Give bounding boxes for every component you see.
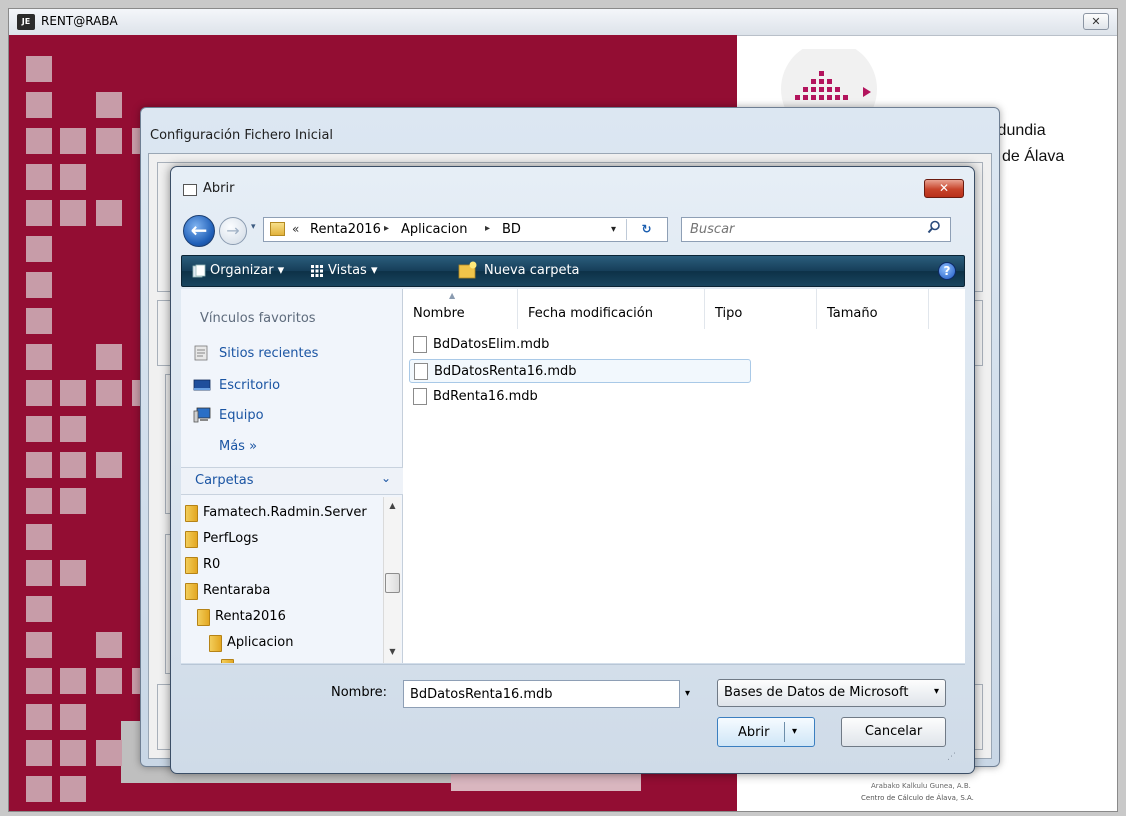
address-bar[interactable]: « Renta2016 ▸ Aplicacion ▸ BD ▾ ↻ (263, 217, 668, 242)
file-type-select[interactable]: Bases de Datos de Microsoft ▾ (717, 679, 946, 707)
tree-item[interactable]: Famatech.Radmin.Server (203, 505, 381, 520)
column-header-type[interactable]: Tipo (705, 289, 817, 329)
back-button[interactable]: ← (183, 215, 215, 247)
column-header-label: Tamaño (827, 306, 878, 321)
open-dialog-title: Abrir (203, 181, 235, 196)
app-icon: JE (17, 14, 35, 30)
footer-text-line2: Centro de Cálculo de Álava, S.A. (861, 794, 974, 802)
breadcrumb-overflow[interactable]: « (292, 222, 299, 236)
tree-item[interactable]: PerfLogs (203, 531, 258, 546)
toolbar: Organizar ▾ Vistas ▾ Nueva carpeta ? (181, 255, 965, 287)
dialog-footer: Nombre: ▾ Bases de Datos de Microsoft ▾ … (181, 664, 965, 765)
chevron-down-icon[interactable]: ⌄ (381, 471, 391, 485)
folder-icon (185, 505, 198, 522)
organize-icon (192, 264, 206, 278)
favorite-computer[interactable]: Equipo (219, 408, 264, 423)
organize-button[interactable]: Organizar ▾ (210, 263, 284, 278)
more-favorites-link[interactable]: Más » (219, 439, 257, 454)
folders-title: Carpetas (195, 473, 254, 488)
config-dialog-title: Configuración Fichero Inicial (150, 128, 334, 143)
file-list: Nombre ▲ Fecha modificación Tipo Tamaño … (403, 289, 965, 663)
file-icon (413, 336, 427, 353)
main-titlebar: JE RENT@RABA ✕ (9, 9, 1117, 36)
column-header-label: Nombre (413, 306, 465, 321)
breadcrumb-separator-icon[interactable]: ▸ (384, 223, 389, 234)
brand-text-line2: l de Álava (994, 148, 1065, 165)
folder-tree-scrollbar[interactable]: ▲ ▼ (383, 497, 401, 663)
recent-pages-dropdown[interactable]: ▾ (251, 222, 256, 232)
folders-header[interactable]: Carpetas ⌄ (181, 467, 403, 495)
favorite-desktop[interactable]: Escritorio (219, 378, 280, 393)
open-button-label: Abrir (738, 725, 770, 740)
file-name: BdRenta16.mdb (433, 389, 538, 404)
footer-text-line1: Arabako Kalkulu Gunea, A.B. (871, 782, 971, 790)
tree-item[interactable]: Aplicacion (227, 635, 293, 650)
column-header-size[interactable]: Tamaño (817, 289, 929, 329)
new-folder-icon (458, 261, 477, 279)
file-icon (413, 388, 427, 405)
tree-item[interactable]: R0 (203, 557, 220, 572)
folder-icon (270, 222, 285, 236)
breadcrumb-segment[interactable]: Renta2016 (310, 222, 381, 237)
scroll-up-icon[interactable]: ▲ (384, 501, 401, 515)
open-options-icon[interactable]: ▾ (792, 726, 797, 737)
folder-icon (209, 635, 222, 652)
resize-grip-icon[interactable]: ⋰ (947, 752, 959, 764)
desktop-icon (193, 379, 211, 391)
breadcrumb-segment[interactable]: Aplicacion (401, 222, 467, 237)
folder-icon (197, 609, 210, 626)
file-row-selected[interactable]: BdDatosRenta16.mdb (409, 359, 751, 383)
breadcrumb-separator-icon[interactable]: ▸ (485, 223, 490, 234)
main-close-button[interactable]: ✕ (1083, 13, 1109, 30)
file-row[interactable]: BdRenta16.mdb (409, 385, 751, 409)
breadcrumb-segment[interactable]: BD (502, 222, 521, 237)
file-name: BdDatosRenta16.mdb (434, 364, 577, 379)
refresh-button[interactable]: ↻ (626, 219, 666, 240)
views-button[interactable]: Vistas ▾ (328, 263, 378, 278)
open-button[interactable]: Abrir ▾ (717, 717, 815, 747)
computer-icon (193, 407, 211, 423)
tree-item[interactable]: Rentaraba (203, 583, 270, 598)
open-button-divider (784, 722, 785, 742)
favorite-recent-places[interactable]: Sitios recientes (219, 346, 318, 361)
scrollbar-thumb[interactable] (385, 573, 400, 593)
open-dialog-close-button[interactable]: ✕ (924, 179, 964, 198)
file-icon (414, 363, 428, 380)
forward-button[interactable]: → (219, 217, 247, 245)
search-icon[interactable] (927, 220, 941, 234)
sort-ascending-icon: ▲ (449, 291, 456, 300)
favorites-title: Vínculos favoritos (200, 311, 316, 326)
file-row[interactable]: BdDatosElim.mdb (409, 333, 751, 357)
folder-tree: Famatech.Radmin.Server PerfLogs R0 Renta… (181, 497, 383, 663)
chevron-down-icon: ▾ (933, 686, 939, 697)
filename-input[interactable] (403, 680, 680, 708)
scroll-down-icon[interactable]: ▼ (384, 647, 401, 661)
filename-dropdown-icon[interactable]: ▾ (685, 688, 690, 699)
brand-text-line1: ldundia (994, 122, 1046, 139)
search-input[interactable] (681, 217, 951, 242)
folder-icon (185, 531, 198, 548)
navigation-pane: Vínculos favoritos Sitios recientes Escr… (181, 289, 403, 663)
dialog-window-icon (183, 184, 197, 196)
file-type-value: Bases de Datos de Microsoft (724, 685, 909, 700)
tree-item[interactable]: Renta2016 (215, 609, 286, 624)
column-header-label: Fecha modificación (528, 306, 653, 321)
filename-label: Nombre: (331, 685, 388, 700)
folder-icon (185, 557, 198, 574)
open-file-dialog: Abrir ✕ ← → ▾ « Renta2016 ▸ Aplicacion ▸… (170, 166, 975, 774)
folder-icon (185, 583, 198, 600)
file-name: BdDatosElim.mdb (433, 337, 550, 352)
column-header-date[interactable]: Fecha modificación (518, 289, 705, 329)
app-title: RENT@RABA (41, 14, 118, 28)
file-list-header: Nombre ▲ Fecha modificación Tipo Tamaño (403, 289, 965, 329)
folder-icon (221, 659, 234, 663)
column-header-name[interactable]: Nombre ▲ (403, 289, 518, 329)
cancel-button[interactable]: Cancelar (841, 717, 946, 747)
recent-places-icon (194, 345, 208, 361)
help-icon[interactable]: ? (938, 262, 956, 280)
new-folder-button[interactable]: Nueva carpeta (484, 263, 580, 278)
address-dropdown-icon[interactable]: ▾ (611, 224, 616, 235)
column-header-label: Tipo (715, 306, 743, 321)
views-icon (311, 265, 323, 277)
